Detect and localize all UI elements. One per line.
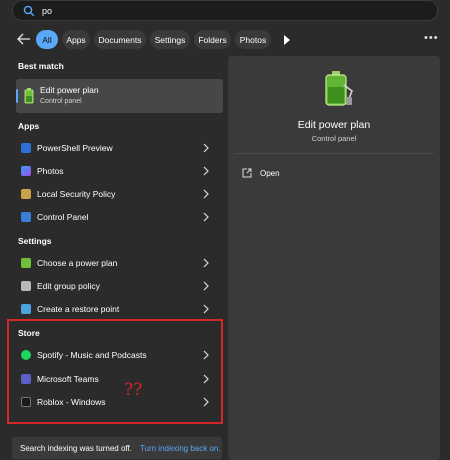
chevron-right-icon[interactable] bbox=[202, 189, 210, 199]
open-action[interactable]: Open bbox=[242, 168, 280, 178]
filter-folders[interactable]: Folders bbox=[194, 30, 231, 49]
search-input[interactable]: po bbox=[42, 6, 52, 16]
open-label: Open bbox=[260, 168, 280, 178]
group-policy-icon bbox=[21, 281, 31, 291]
open-external-icon bbox=[242, 168, 252, 178]
app-item-photos[interactable]: Photos bbox=[10, 160, 222, 182]
annotation-highlight-box bbox=[7, 319, 223, 424]
selection-indicator bbox=[16, 89, 18, 103]
chevron-right-icon[interactable] bbox=[202, 281, 210, 291]
detail-subtitle: Control panel bbox=[311, 134, 357, 143]
settings-item-choose-power-plan[interactable]: Choose a power plan bbox=[10, 252, 222, 274]
search-bar[interactable]: po bbox=[12, 0, 438, 21]
annotation-question-marks: ?? bbox=[124, 380, 143, 400]
security-policy-icon bbox=[21, 189, 31, 199]
power-plan-icon bbox=[21, 258, 31, 268]
best-match-subtitle: Control panel bbox=[40, 98, 82, 105]
detail-title: Edit power plan bbox=[297, 119, 371, 131]
chevron-right-icon[interactable] bbox=[202, 258, 210, 268]
filter-bar: All Apps Documents Settings Folders Phot… bbox=[0, 26, 450, 54]
power-plan-battery-icon bbox=[24, 88, 34, 104]
settings-item-label: Choose a power plan bbox=[37, 258, 118, 268]
chevron-right-icon[interactable] bbox=[202, 212, 210, 222]
app-item-label: PowerShell Preview bbox=[37, 143, 113, 153]
indexing-notice-message: Search indexing was turned off. bbox=[20, 443, 132, 453]
divider bbox=[234, 153, 434, 154]
best-match-item[interactable]: Edit power plan Control panel bbox=[16, 79, 223, 113]
filter-settings[interactable]: Settings bbox=[150, 30, 190, 49]
filter-apps[interactable]: Apps bbox=[62, 30, 90, 49]
more-options-icon[interactable]: ••• bbox=[424, 33, 438, 46]
chevron-right-icon[interactable] bbox=[202, 143, 210, 153]
settings-item-edit-group-policy[interactable]: Edit group policy bbox=[10, 275, 222, 297]
chevron-right-icon[interactable] bbox=[202, 304, 210, 314]
back-arrow-icon[interactable] bbox=[16, 31, 32, 47]
restore-point-icon bbox=[21, 304, 31, 314]
play-more-filters-icon[interactable] bbox=[282, 34, 292, 46]
best-match-heading: Best match bbox=[18, 61, 64, 71]
turn-indexing-on-link[interactable]: Turn indexing back on. bbox=[140, 444, 221, 453]
search-icon bbox=[23, 5, 35, 17]
settings-item-create-restore-point[interactable]: Create a restore point bbox=[10, 298, 222, 320]
power-plan-battery-icon bbox=[322, 71, 354, 107]
app-item-local-security-policy[interactable]: Local Security Policy bbox=[10, 183, 222, 205]
chevron-right-icon[interactable] bbox=[202, 166, 210, 176]
settings-heading: Settings bbox=[18, 236, 52, 246]
apps-heading: Apps bbox=[18, 121, 40, 131]
app-item-control-panel[interactable]: Control Panel bbox=[10, 206, 222, 228]
app-item-label: Photos bbox=[37, 166, 64, 176]
settings-item-label: Create a restore point bbox=[37, 304, 120, 314]
app-item-powershell-preview[interactable]: PowerShell Preview bbox=[10, 137, 222, 159]
filter-documents[interactable]: Documents bbox=[94, 30, 146, 49]
powershell-icon bbox=[21, 143, 31, 153]
app-item-label: Local Security Policy bbox=[37, 189, 116, 199]
settings-item-label: Edit group policy bbox=[37, 281, 100, 291]
app-item-label: Control Panel bbox=[37, 212, 89, 222]
photos-icon bbox=[21, 166, 31, 176]
best-match-title: Edit power plan bbox=[40, 85, 99, 95]
detail-panel: Edit power plan Control panel Open bbox=[228, 56, 440, 460]
control-panel-icon bbox=[21, 212, 31, 222]
indexing-notice: Search indexing was turned off. Turn ind… bbox=[12, 437, 222, 459]
filter-all[interactable]: All bbox=[36, 30, 58, 49]
filter-photos[interactable]: Photos bbox=[235, 30, 271, 49]
